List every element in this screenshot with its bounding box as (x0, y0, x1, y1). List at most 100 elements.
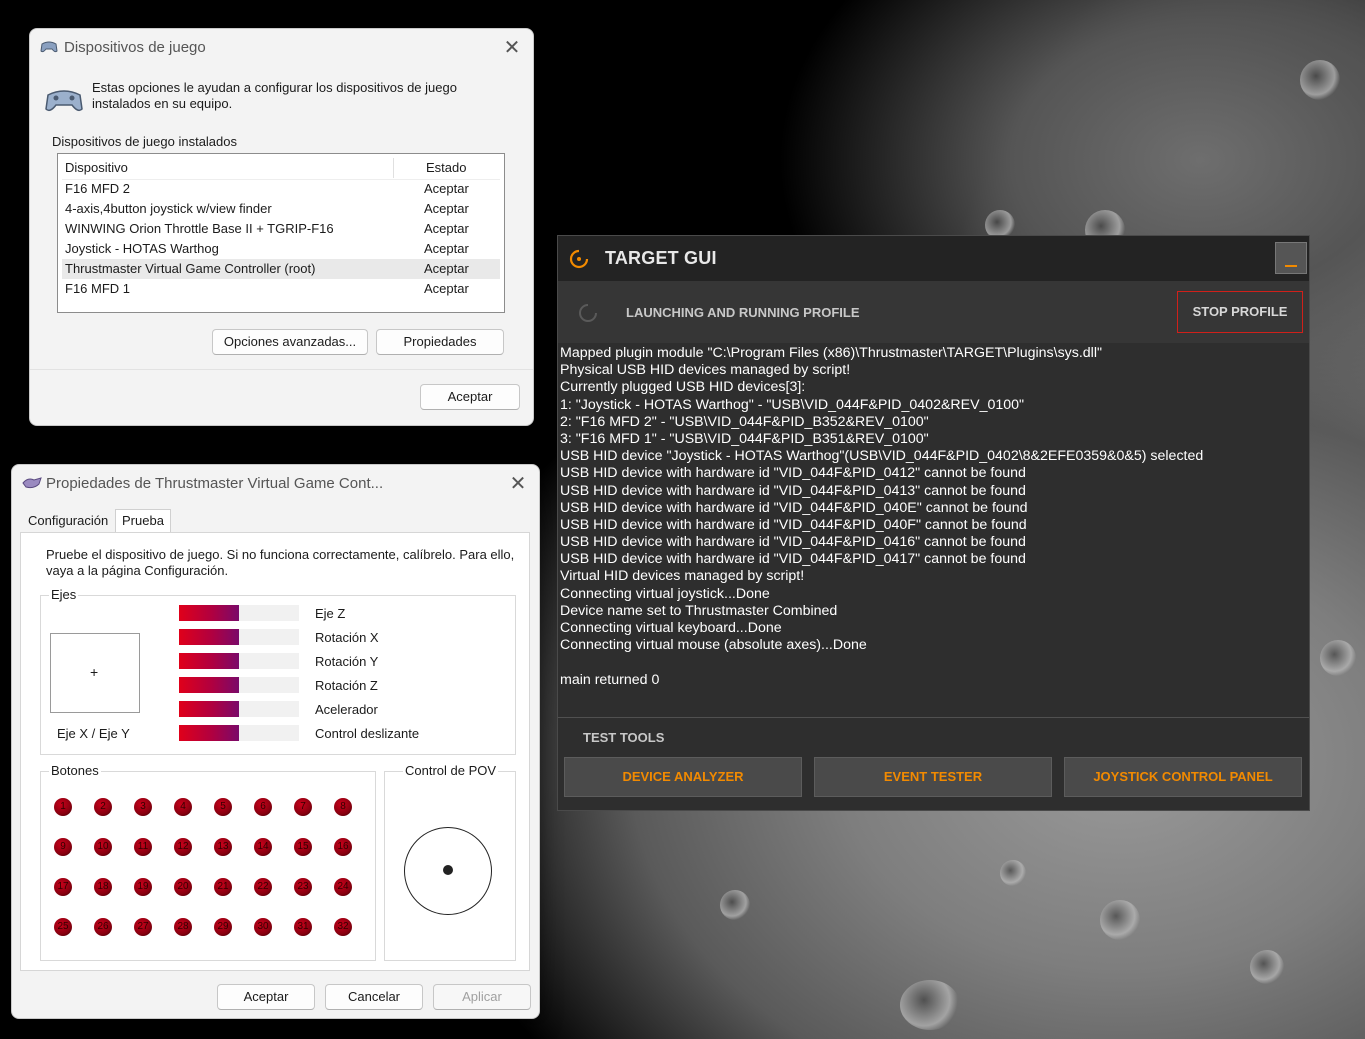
joystick-button-15: 15 (294, 838, 312, 856)
ok-button[interactable]: Aceptar (217, 984, 315, 1010)
spinner-icon (578, 303, 598, 328)
gamepad-large-icon (44, 85, 84, 118)
tab-prueba[interactable]: Prueba (115, 509, 171, 532)
properties-button[interactable]: Propiedades (376, 329, 504, 355)
joystick-button-30: 30 (254, 918, 272, 936)
properties-window: Propiedades de Thrustmaster Virtual Game… (11, 464, 540, 1019)
advanced-options-button[interactable]: Opciones avanzadas... (212, 329, 368, 355)
ok-button[interactable]: Aceptar (420, 384, 520, 410)
log-line: Virtual HID devices managed by script! (560, 568, 805, 585)
minimize-icon (1285, 265, 1297, 267)
axis-bar-z (179, 605, 299, 621)
title-bar: TARGET GUI (558, 236, 1309, 281)
device-name: Joystick - HOTAS Warthog (65, 241, 219, 256)
joystick-button-10: 10 (94, 838, 112, 856)
axis-label: Eje Z (315, 606, 346, 621)
joystick-button-9: 9 (54, 838, 72, 856)
joystick-button-8: 8 (334, 798, 352, 816)
device-name: F16 MFD 2 (65, 181, 131, 196)
axis-label: Rotación Y (315, 654, 379, 669)
apply-button[interactable]: Aplicar (433, 984, 531, 1010)
joystick-button-16: 16 (334, 838, 352, 856)
window-title: Propiedades de Thrustmaster Virtual Game… (46, 475, 384, 492)
device-status: Aceptar (424, 281, 469, 296)
footer-divider (30, 369, 533, 370)
tab-configuracion[interactable]: Configuración (22, 510, 114, 532)
installed-label: Dispositivos de juego instalados (52, 134, 237, 149)
pov-group: Control de POV (384, 763, 516, 961)
log-line: USB HID device with hardware id "VID_044… (560, 465, 1026, 482)
joystick-button-28: 28 (174, 918, 192, 936)
joystick-button-29: 29 (214, 918, 232, 936)
joystick-button-26: 26 (94, 918, 112, 936)
target-gui-window: TARGET GUI LAUNCHING AND RUNNING PROFILE… (557, 235, 1310, 811)
list-item[interactable]: 4-axis,4button joystick w/view finder Ace… (62, 199, 500, 219)
axis-bar-slider (179, 725, 299, 741)
axis-bar-rx (179, 629, 299, 645)
joystick-button-23: 23 (294, 878, 312, 896)
joystick-button-14: 14 (254, 838, 272, 856)
joystick-button-13: 13 (214, 838, 232, 856)
title-bar: Propiedades de Thrustmaster Virtual Game… (12, 465, 539, 501)
joystick-button-1: 1 (54, 798, 72, 816)
joystick-button-2: 2 (94, 798, 112, 816)
column-separator (393, 158, 394, 178)
axis-label: Control deslizante (315, 726, 420, 741)
app-title: TARGET GUI (605, 248, 717, 268)
axis-bar-throttle (179, 701, 299, 717)
joystick-button-19: 19 (134, 878, 152, 896)
log-line: 3: "F16 MFD 1" - "USB\VID_044F&PID_B351&… (560, 430, 929, 447)
log-line: Connecting virtual joystick...Done (560, 585, 770, 602)
column-device[interactable]: Dispositivo (65, 160, 128, 175)
xy-crosshair: + (90, 664, 99, 680)
list-item[interactable]: F16 MFD 1 Aceptar (62, 279, 500, 299)
joystick-button-3: 3 (134, 798, 152, 816)
devices-list[interactable]: Dispositivo Estado F16 MFD 2 Aceptar 4-ax… (57, 153, 505, 313)
output-log[interactable]: Mapped plugin module "C:\Program Files (… (560, 345, 1305, 717)
status-bar: LAUNCHING AND RUNNING PROFILE STOP PROFI… (558, 281, 1309, 343)
close-icon[interactable]: ✕ (501, 37, 523, 59)
joystick-button-27: 27 (134, 918, 152, 936)
minimize-button[interactable] (1275, 242, 1307, 274)
stop-profile-button[interactable]: STOP PROFILE (1177, 291, 1303, 333)
game-devices-window: Dispositivos de juego ✕ Estas opciones l… (29, 28, 534, 426)
test-panel: Pruebe el dispositivo de juego. Si no fu… (20, 532, 530, 971)
list-item[interactable]: WINWING Orion Throttle Base II + TGRIP-F… (62, 219, 500, 239)
log-line: Physical USB HID devices managed by scri… (560, 362, 851, 379)
gamepad-icon (40, 40, 58, 57)
cancel-button[interactable]: Cancelar (325, 984, 423, 1010)
log-line: USB HID device "Joystick - HOTAS Warthog… (560, 448, 1204, 465)
device-name: 4-axis,4button joystick w/view finder (65, 201, 272, 216)
device-status: Aceptar (424, 201, 469, 216)
close-icon[interactable]: ✕ (507, 473, 529, 495)
log-line: 1: "Joystick - HOTAS Warthog" - "USB\VID… (560, 396, 1025, 413)
joystick-control-panel-button[interactable]: JOYSTICK CONTROL PANEL (1064, 757, 1302, 797)
log-line: main returned 0 (560, 671, 660, 688)
axis-label: Acelerador (315, 702, 378, 717)
xy-axis-box: + (50, 633, 140, 713)
list-item[interactable]: Joystick - HOTAS Warthog Aceptar (62, 239, 500, 259)
pov-dot (443, 865, 453, 875)
device-name: F16 MFD 1 (65, 281, 131, 296)
pov-group-label: Control de POV (403, 763, 499, 778)
buttons-group-label: Botones (49, 763, 101, 778)
log-line: Device name set to Thrustmaster Combined (560, 602, 838, 619)
list-item[interactable]: F16 MFD 2 Aceptar (62, 179, 500, 199)
joystick-button-7: 7 (294, 798, 312, 816)
log-line: 2: "F16 MFD 2" - "USB\VID_044F&PID_B352&… (560, 413, 929, 430)
instructions-text: Pruebe el dispositivo de juego. Si no fu… (46, 547, 515, 578)
xy-axis-label: Eje X / Eje Y (57, 726, 130, 741)
joystick-button-24: 24 (334, 878, 352, 896)
list-item-selected[interactable]: Thrustmaster Virtual Game Controller (ro… (62, 259, 500, 279)
device-analyzer-button[interactable]: DEVICE ANALYZER (564, 757, 802, 797)
joystick-button-11: 11 (134, 838, 152, 856)
event-tester-button[interactable]: EVENT TESTER (814, 757, 1052, 797)
target-logo-icon (568, 248, 590, 275)
status-text: LAUNCHING AND RUNNING PROFILE (626, 305, 860, 320)
log-line: Currently plugged USB HID devices[3]: (560, 379, 806, 396)
log-line: USB HID device with hardware id "VID_044… (560, 534, 1026, 551)
joystick-button-12: 12 (174, 838, 192, 856)
column-status[interactable]: Estado (426, 160, 466, 175)
log-line: USB HID device with hardware id "VID_044… (560, 482, 1026, 499)
log-line: USB HID device with hardware id "VID_044… (560, 499, 1028, 516)
